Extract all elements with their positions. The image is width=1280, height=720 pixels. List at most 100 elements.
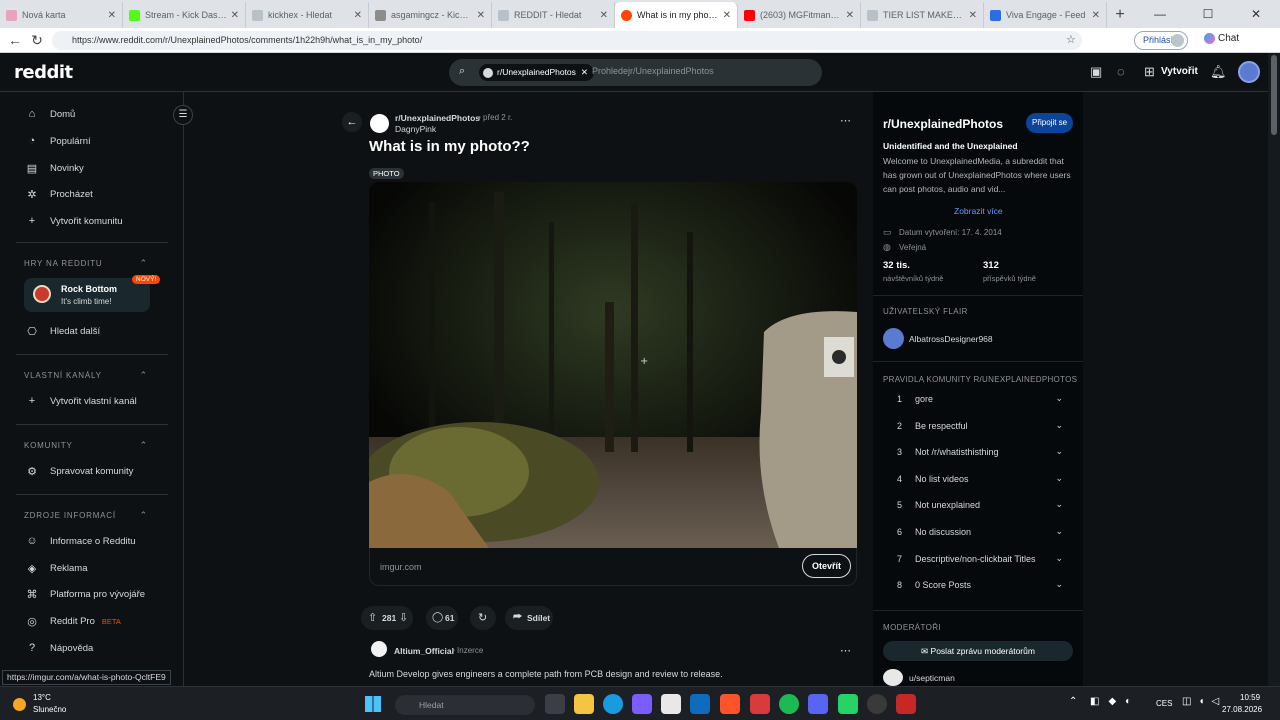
close-window-icon[interactable]: ✕ <box>1232 0 1280 28</box>
tray-icons[interactable]: ◧◆◐ <box>1090 696 1140 707</box>
close-icon[interactable]: ✕ <box>723 10 731 21</box>
bookmark-star-icon[interactable]: ☆ <box>1066 33 1076 46</box>
search-subreddit-chip[interactable]: r/UnexplainedPhotos ✕ <box>479 64 595 81</box>
browser-tab[interactable]: Stream - Kick Dashboard✕ <box>123 2 246 28</box>
ad-overflow-menu[interactable]: ⋯ <box>840 644 851 657</box>
tray-chevron-icon[interactable]: ⌃ <box>1069 696 1077 707</box>
resources-header[interactable]: ZDROJE INFORMACÍ ⌃ <box>24 510 154 520</box>
copilot-app-icon[interactable] <box>632 694 652 714</box>
page-scrollbar[interactable] <box>1268 53 1280 686</box>
rule-item[interactable]: 1 gore ⌄ <box>883 390 1073 410</box>
store-icon[interactable] <box>661 694 681 714</box>
wps-icon[interactable] <box>750 694 770 714</box>
advertise-icon[interactable]: ▣ <box>1090 64 1102 80</box>
file-explorer-icon[interactable] <box>574 694 594 714</box>
sidebar-item-about-reddit[interactable]: ☺ Informace o Redditu <box>24 531 135 551</box>
taskbar-search[interactable]: Hledat <box>395 695 535 715</box>
rule-item[interactable]: 7 Descriptive/non-clickbait Titles ⌄ <box>883 550 1073 570</box>
rule-item[interactable]: 6 No discussion ⌄ <box>883 523 1073 543</box>
sidebar-item-news[interactable]: ▤ Novinky <box>24 158 84 178</box>
link-footer[interactable]: imgur.com Otevřít <box>369 548 857 586</box>
brave-icon[interactable] <box>720 694 740 714</box>
sidebar-item-popular[interactable]: ◔ Populární <box>24 131 91 151</box>
close-icon[interactable]: ✕ <box>969 10 977 21</box>
discord-icon[interactable] <box>808 694 828 714</box>
crosspost-button[interactable]: ↻ <box>470 606 496 630</box>
edge-icon[interactable] <box>603 694 623 714</box>
search-bar[interactable]: ⌕ r/UnexplainedPhotos ✕ Prohledejr/Unexp… <box>449 59 822 86</box>
rule-item[interactable]: 3 Not /r/whatisthisthing ⌄ <box>883 443 1073 463</box>
browser-tab[interactable]: (2603) MGFitman Havil✕ <box>738 2 861 28</box>
browser-tab[interactable]: asgamingcz - KickHex ✕ <box>369 2 492 28</box>
game-card-rock-bottom[interactable]: Rock Bottom It's climb time! NOVÝ! <box>24 275 161 312</box>
sidebar-item-advertise[interactable]: ◈ Reklama <box>24 558 88 578</box>
sidebar-item-create-community[interactable]: + Vytvořit komunitu <box>24 211 123 231</box>
user-avatar[interactable] <box>1238 61 1260 83</box>
browser-tab[interactable]: REDDIT - Hledat ✕ <box>492 2 615 28</box>
sidebar-item-explore[interactable]: ✲ Procházet <box>24 184 92 204</box>
copilot-icon[interactable] <box>1204 33 1215 44</box>
chat-button[interactable]: Chat <box>1218 33 1239 44</box>
close-icon[interactable]: ✕ <box>231 10 239 21</box>
close-icon[interactable]: ✕ <box>600 10 608 21</box>
upvote-icon[interactable]: ⇧ <box>368 606 377 630</box>
sidebar-item-developer[interactable]: ⌘ Platforma pro vývojáře <box>24 584 146 604</box>
task-view-icon[interactable] <box>545 694 565 714</box>
join-button[interactable]: Připojit se <box>1026 113 1074 133</box>
address-bar[interactable]: https://www.reddit.com/r/UnexplainedPhot… <box>52 31 1082 50</box>
create-button[interactable]: Vytvořit <box>1161 66 1198 77</box>
games-section-header[interactable]: HRY NA REDDITU ⌃ <box>24 258 154 268</box>
chat-icon[interactable]: ◌ <box>1117 64 1125 79</box>
ad-avatar[interactable] <box>371 641 387 657</box>
app-red-icon[interactable] <box>896 694 916 714</box>
rule-item[interactable]: 5 Not unexplained ⌄ <box>883 496 1073 516</box>
rule-item[interactable]: 4 No list videos ⌄ <box>883 470 1073 490</box>
start-button[interactable] <box>365 696 381 712</box>
clock-date[interactable]: 27.08.2026 <box>1222 705 1262 714</box>
communities-header[interactable]: KOMUNITY ⌃ <box>24 440 154 450</box>
outlook-icon[interactable] <box>690 694 710 714</box>
obs-icon[interactable] <box>867 694 887 714</box>
browser-tab-active[interactable]: What is in my photo?? : r/✕ <box>615 2 738 28</box>
whatsapp-icon[interactable] <box>838 694 858 714</box>
create-plus-icon[interactable]: ⊞ <box>1144 64 1155 80</box>
notification-bell-icon[interactable]: 🔔︎ <box>1210 64 1227 80</box>
close-icon[interactable]: ✕ <box>1092 10 1100 21</box>
subreddit-avatar[interactable] <box>370 114 389 133</box>
sidebar-item-more-games[interactable]: ⎔ Hledat další <box>24 321 100 341</box>
downvote-icon[interactable]: ⇩ <box>399 606 408 630</box>
clock-time[interactable]: 10:59 <box>1240 693 1260 702</box>
sidebar-item-reddit-pro[interactable]: ◎ Reddit Pro BETA <box>24 611 121 631</box>
post-subreddit-link[interactable]: r/UnexplainedPhotos <box>395 113 480 123</box>
sidebar-item-help[interactable]: ? Nápověda <box>24 638 93 658</box>
browser-tab[interactable]: Viva Engage - Feed ✕ <box>984 2 1107 28</box>
close-icon[interactable]: ✕ <box>581 64 588 81</box>
close-icon[interactable]: ✕ <box>108 10 116 21</box>
browser-tab[interactable]: TIER LIST MAKER - Hle✕ <box>861 2 984 28</box>
sidebar-item-manage-communities[interactable]: ⚙ Spravovat komunity <box>24 461 133 481</box>
back-button[interactable]: ← <box>342 112 362 132</box>
browser-signin-button[interactable]: Přihlásit <box>1134 31 1188 50</box>
rule-item[interactable]: 2 Be respectful ⌄ <box>883 417 1073 437</box>
back-icon[interactable]: ← <box>4 32 26 48</box>
show-more-link[interactable]: Zobrazit více <box>954 206 1003 216</box>
post-author[interactable]: DagnyPink <box>395 124 436 134</box>
moderator-name[interactable]: u/septicman <box>909 673 955 683</box>
system-tray-icons[interactable]: ◫◖◁ <box>1182 696 1226 707</box>
maximize-icon[interactable]: ☐ <box>1184 0 1232 28</box>
share-button[interactable]: ⮫ Sdílet <box>505 606 553 630</box>
rule-item[interactable]: 80 Score Posts ⌄ <box>883 576 1073 596</box>
reload-icon[interactable]: ↻ <box>26 32 48 49</box>
comments-button[interactable]: ◯ 61 <box>426 606 458 630</box>
close-icon[interactable]: ✕ <box>846 10 854 21</box>
sidebar-item-home[interactable]: ⌂ Domů <box>24 104 76 124</box>
post-image[interactable]: + <box>369 182 857 548</box>
ad-user[interactable]: Altium_Official <box>394 646 454 656</box>
browser-tab[interactable]: Nová karta ✕ <box>0 2 123 28</box>
reddit-logo[interactable]: reddit <box>14 62 73 83</box>
new-tab-button[interactable]: + <box>1107 2 1133 28</box>
browser-tab[interactable]: kickhex - Hledat ✕ <box>246 2 369 28</box>
close-icon[interactable]: ✕ <box>477 10 485 21</box>
close-icon[interactable]: ✕ <box>354 10 362 21</box>
flair-user[interactable]: AlbatrossDesigner968 <box>909 334 993 344</box>
